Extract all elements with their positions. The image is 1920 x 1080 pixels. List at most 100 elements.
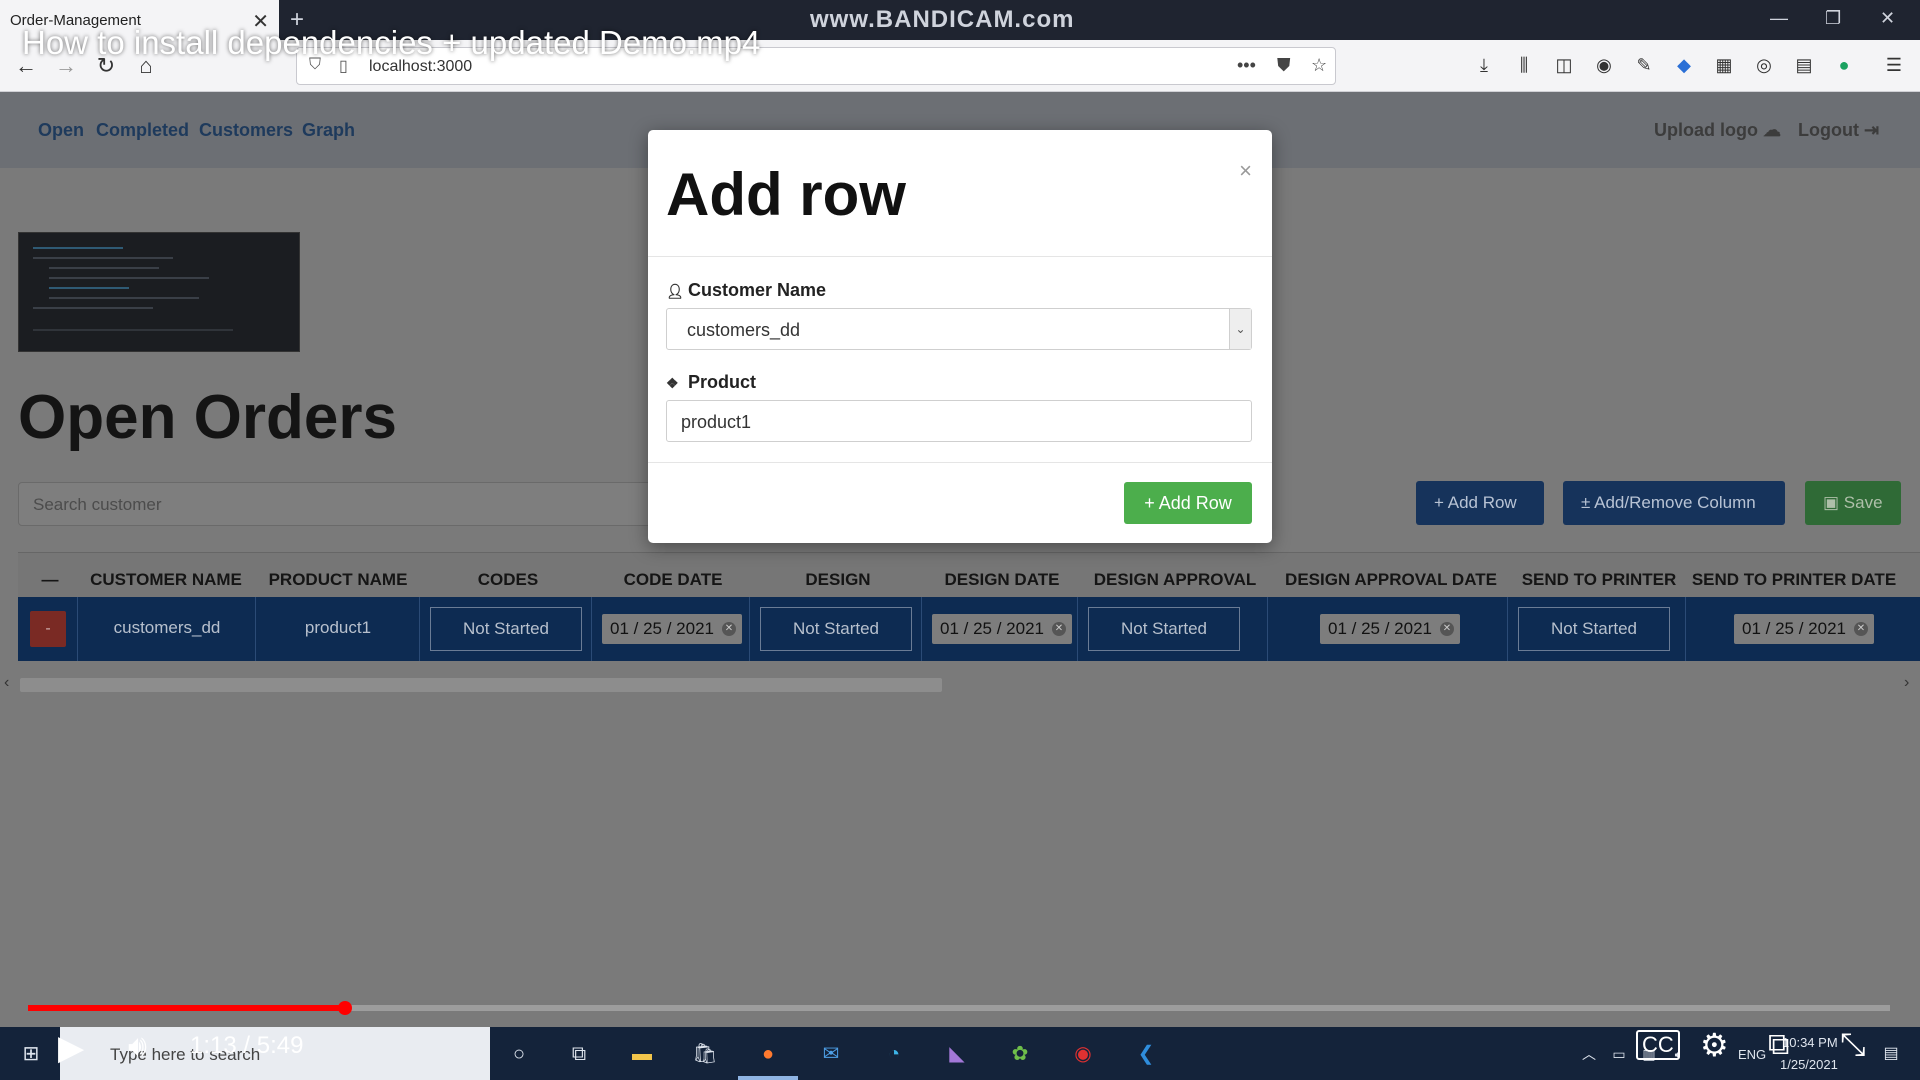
mail-icon[interactable]: ✉ bbox=[816, 1039, 846, 1069]
search-input[interactable]: Search customer bbox=[18, 482, 658, 526]
column-header-code-date[interactable]: CODE DATE bbox=[594, 570, 752, 590]
plus-icon: + bbox=[1434, 493, 1444, 512]
customer-name-select[interactable]: customers_dd ⌄ bbox=[666, 308, 1252, 350]
visual-studio-icon[interactable]: ◣ bbox=[942, 1039, 972, 1069]
exit-fullscreen-icon[interactable]: ⤡ bbox=[1840, 1026, 1866, 1064]
save-button[interactable]: ▣ Save bbox=[1805, 481, 1901, 525]
column-header-send-to-printer-date[interactable]: SEND TO PRINTER DATE bbox=[1688, 570, 1900, 590]
uploaded-logo bbox=[18, 232, 300, 352]
video-progress-bar[interactable] bbox=[28, 1001, 1890, 1015]
design-approval-date-input[interactable]: 01 / 25 / 2021 ✕ bbox=[1320, 614, 1460, 644]
column-header-codes[interactable]: CODES bbox=[422, 570, 594, 590]
page-title: Open Orders bbox=[18, 383, 397, 452]
sync-extension-icon[interactable]: ◎ bbox=[1752, 55, 1776, 76]
chevron-down-icon[interactable]: ⌄ bbox=[1229, 309, 1251, 349]
save-icon: ▣ bbox=[1823, 493, 1840, 512]
video-progress-knob[interactable] bbox=[337, 1001, 352, 1015]
clock-time[interactable]: 10:34 PM bbox=[1782, 1035, 1838, 1050]
miniplayer-icon[interactable]: ⧉ bbox=[1768, 1028, 1789, 1062]
pocket-icon[interactable]: ⛊ bbox=[1277, 55, 1291, 76]
play-icon[interactable]: ▶ bbox=[58, 1028, 84, 1068]
product-label: ❖ Product bbox=[666, 372, 757, 392]
add-remove-column-button[interactable]: ± Add/Remove Column bbox=[1563, 481, 1785, 525]
scroll-left-icon[interactable]: ‹ bbox=[4, 674, 9, 692]
send-to-printer-status-select[interactable]: Not Started bbox=[1518, 607, 1670, 651]
upload-logo-link[interactable]: Upload logo ☁ bbox=[1654, 120, 1781, 141]
column-header-design[interactable]: DESIGN bbox=[752, 570, 924, 590]
column-header-send-to-printer[interactable]: SEND TO PRINTER bbox=[1510, 570, 1688, 590]
modal-add-row-button[interactable]: + Add Row bbox=[1124, 482, 1252, 524]
tray-chevron-up-icon[interactable]: ︿ bbox=[1574, 1039, 1604, 1069]
customer-name-value[interactable]: customers_dd bbox=[78, 618, 256, 638]
send-to-printer-date-input[interactable]: 01 / 25 / 2021 ✕ bbox=[1734, 614, 1874, 644]
column-header-design-approval-date[interactable]: DESIGN APPROVAL DATE bbox=[1272, 570, 1510, 590]
extension-icon[interactable]: ◆ bbox=[1672, 55, 1696, 76]
bookmark-star-icon[interactable]: ☆ bbox=[1311, 55, 1327, 76]
sidebar-icon[interactable]: ◫ bbox=[1552, 55, 1576, 76]
clear-date-icon[interactable]: ✕ bbox=[1051, 622, 1066, 636]
scrollbar-thumb[interactable] bbox=[20, 678, 942, 692]
vscode-icon[interactable]: ❮ bbox=[1131, 1039, 1161, 1069]
plus-icon: + bbox=[1144, 493, 1155, 513]
nav-link-open[interactable]: Open bbox=[38, 120, 84, 141]
battery-icon[interactable]: ▭ bbox=[1604, 1039, 1634, 1069]
column-header-customer-name[interactable]: CUSTOMER NAME bbox=[78, 570, 254, 590]
cell-codes: Not Started bbox=[420, 597, 592, 661]
design-approval-status-select[interactable]: Not Started bbox=[1088, 607, 1240, 651]
edge-icon[interactable]: ◔ bbox=[879, 1039, 909, 1069]
nav-link-graph[interactable]: Graph bbox=[302, 120, 355, 141]
menu-icon[interactable]: ☰ bbox=[1882, 55, 1906, 76]
minimize-icon[interactable]: — bbox=[1770, 8, 1788, 29]
design-date-input[interactable]: 01 / 25 / 2021 ✕ bbox=[932, 614, 1072, 644]
scroll-right-icon[interactable]: › bbox=[1904, 674, 1909, 692]
account-icon[interactable]: ◉ bbox=[1592, 55, 1616, 76]
downloads-icon[interactable]: ⤓ bbox=[1472, 55, 1496, 76]
modal-footer-divider bbox=[648, 462, 1272, 463]
notifications-icon[interactable]: ▤ bbox=[1876, 1039, 1906, 1069]
clear-date-icon[interactable]: ✕ bbox=[1439, 622, 1454, 636]
product-input[interactable]: product1 bbox=[666, 400, 1252, 442]
windows-start-icon[interactable]: ⊞ bbox=[16, 1039, 46, 1069]
eyedropper-icon[interactable]: ✎ bbox=[1632, 55, 1656, 76]
store-icon[interactable]: 🛍︎ bbox=[690, 1039, 720, 1069]
close-modal-icon[interactable]: × bbox=[1239, 158, 1252, 184]
column-header-design-approval[interactable]: DESIGN APPROVAL bbox=[1080, 570, 1270, 590]
bandicam-record-icon[interactable]: ◉ bbox=[1068, 1039, 1098, 1069]
user-icon: 👤︎ bbox=[666, 283, 684, 299]
logout-link[interactable]: Logout ⇥ bbox=[1798, 120, 1879, 141]
column-header-product-name[interactable]: PRODUCT NAME bbox=[256, 570, 420, 590]
language-indicator[interactable]: ENG bbox=[1738, 1047, 1766, 1062]
nav-link-customers[interactable]: Customers bbox=[199, 120, 293, 141]
task-view-icon[interactable]: ⧉ bbox=[564, 1039, 594, 1069]
cell-customer: customers_dd bbox=[78, 597, 256, 661]
column-header-select[interactable]: — bbox=[26, 570, 74, 590]
close-window-icon[interactable]: ✕ bbox=[1880, 8, 1895, 29]
grid-extension-icon[interactable]: ▦ bbox=[1712, 55, 1736, 76]
cell-delete: - bbox=[18, 597, 78, 661]
cortana-icon[interactable]: ○ bbox=[504, 1039, 534, 1069]
column-header-design-date[interactable]: DESIGN DATE bbox=[924, 570, 1080, 590]
captions-icon[interactable]: CC bbox=[1636, 1030, 1680, 1060]
horizontal-scrollbar[interactable]: ‹ › bbox=[0, 674, 1920, 696]
add-row-label: Add Row bbox=[1447, 493, 1517, 512]
volume-control-icon[interactable]: 🔊︎ bbox=[128, 1030, 147, 1064]
settings-gear-icon[interactable]: ⚙ bbox=[1700, 1026, 1729, 1064]
modal-header-divider bbox=[648, 256, 1272, 257]
product-name-value[interactable]: product1 bbox=[256, 618, 420, 638]
restore-icon[interactable]: ❐ bbox=[1825, 8, 1841, 29]
clear-date-icon[interactable]: ✕ bbox=[721, 622, 736, 636]
codes-status-select[interactable]: Not Started bbox=[430, 607, 582, 651]
library-icon[interactable]: ⫼ bbox=[1512, 55, 1536, 76]
nav-link-completed[interactable]: Completed bbox=[96, 120, 189, 141]
reader-extension-icon[interactable]: ▤ bbox=[1792, 55, 1816, 76]
code-date-input[interactable]: 01 / 25 / 2021 ✕ bbox=[602, 614, 742, 644]
file-explorer-icon[interactable]: ▬ bbox=[627, 1039, 657, 1069]
delete-row-button[interactable]: - bbox=[30, 611, 66, 647]
firefox-icon[interactable]: ● bbox=[753, 1039, 783, 1069]
grammarly-icon[interactable]: ● bbox=[1832, 55, 1856, 76]
add-row-button[interactable]: + Add Row bbox=[1416, 481, 1544, 525]
spring-tool-icon[interactable]: ✿ bbox=[1005, 1039, 1035, 1069]
page-actions-icon[interactable]: ••• bbox=[1237, 55, 1256, 76]
clear-date-icon[interactable]: ✕ bbox=[1853, 622, 1868, 636]
design-status-select[interactable]: Not Started bbox=[760, 607, 912, 651]
